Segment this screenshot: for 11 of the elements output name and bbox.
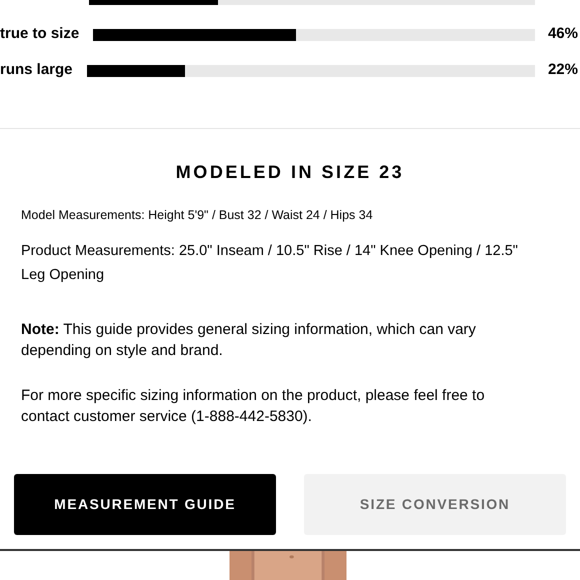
tab-button[interactable]: MEASUREMENT GUIDE: [14, 474, 276, 535]
rating-label: true to size: [0, 24, 80, 44]
product-measurements: Product Measurements: 25.0" Inseam / 10.5" Rise / 14" Knee Opening / 12.5" Leg Opening: [20, 242, 519, 285]
model-measurements: Model Measurements: Height 5'9" / Bust 32 / Waist 24 / Hips 34: [20, 207, 374, 224]
section-heading: MODELED IN SIZE 23: [174, 161, 406, 184]
tab-button[interactable]: SIZE CONVERSION: [304, 474, 566, 535]
rating-label: runs large: [0, 60, 73, 80]
contact-text: For more specific sizing information on the product, please feel free to contact customer service (1-888-442-5830).: [20, 386, 486, 427]
note-text: Note: This guide provides general sizing information, which can vary depending on style and brand.: [20, 320, 477, 361]
rating-percent: 22%: [546, 60, 578, 80]
rating-percent: 46%: [546, 24, 578, 44]
